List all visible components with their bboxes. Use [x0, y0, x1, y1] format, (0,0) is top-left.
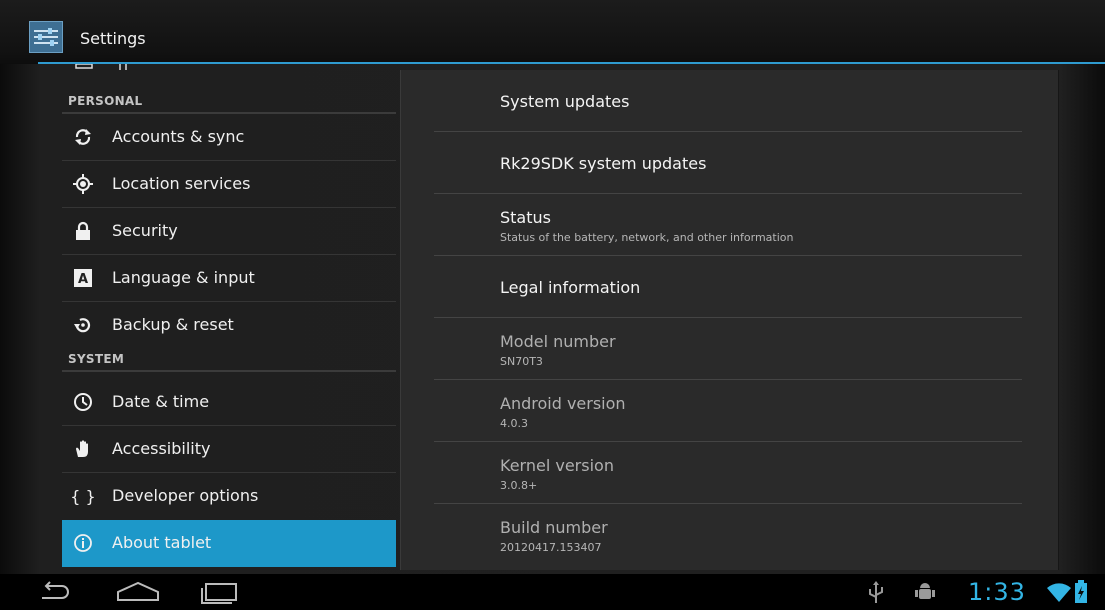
about-tablet-pane: System updates Rk29SDK system updates St… [400, 70, 1059, 570]
sidebar-item-accessibility[interactable]: Accessibility [62, 426, 396, 473]
section-header-personal: PERSONAL [62, 82, 396, 114]
kernel-version-row: Kernel version 3.0.8+ [401, 442, 1058, 504]
sidebar-item-label: Language & input [112, 268, 255, 287]
sidebar-item-label: Backup & reset [112, 315, 234, 334]
sidebar-item-label: Accessibility [112, 439, 211, 458]
row-summary: 3.0.8+ [500, 479, 538, 492]
section-header-label: PERSONAL [68, 94, 143, 108]
usb-icon [869, 581, 883, 603]
sidebar-item-label: About tablet [112, 533, 212, 552]
battery-icon [1075, 580, 1087, 603]
section-header-label: SYSTEM [68, 352, 125, 366]
rk29sdk-updates-row[interactable]: Rk29SDK system updates [401, 132, 1058, 194]
settings-list[interactable]: PERSONAL Accounts & sync Location servic… [62, 64, 396, 574]
row-title: Rk29SDK system updates [500, 154, 707, 173]
language-icon: A [72, 267, 94, 289]
build-number-row: Build number 20120417.153407 [401, 504, 1058, 566]
row-summary: Status of the battery, network, and othe… [500, 231, 794, 244]
row-title: System updates [500, 92, 630, 111]
model-number-row: Model number SN70T3 [401, 318, 1058, 380]
wifi-icon [1047, 583, 1071, 602]
sidebar-item-label: Date & time [112, 392, 210, 411]
section-header-system: SYSTEM [62, 340, 396, 372]
braces-icon: { } [70, 486, 96, 506]
recent-apps-icon[interactable] [198, 580, 242, 604]
back-icon[interactable] [36, 580, 72, 604]
backup-icon [72, 314, 94, 336]
system-updates-row[interactable]: System updates [401, 70, 1058, 132]
section-divider [62, 370, 396, 372]
row-title: Legal information [500, 278, 641, 297]
sidebar-item-language-input[interactable]: A Language & input [62, 255, 396, 302]
svg-text:A: A [78, 272, 88, 287]
row-summary: 20120417.153407 [500, 541, 602, 554]
info-icon [72, 532, 94, 554]
row-title: Android version [500, 394, 626, 413]
content-area: PERSONAL Accounts & sync Location servic… [0, 64, 1105, 574]
sidebar-item-developer-options[interactable]: { } Developer options [62, 473, 396, 520]
action-bar-title: Settings [80, 29, 146, 48]
sidebar-item-accounts-sync[interactable]: Accounts & sync [62, 114, 396, 161]
sidebar-item-location-services[interactable]: Location services [62, 161, 396, 208]
android-version-row[interactable]: Android version 4.0.3 [401, 380, 1058, 442]
lock-icon [72, 220, 94, 242]
location-icon [72, 173, 94, 195]
settings-app-icon[interactable] [29, 21, 63, 53]
sidebar-item-security[interactable]: Security [62, 208, 396, 255]
legal-information-row[interactable]: Legal information [401, 256, 1058, 318]
row-title: Status [500, 208, 551, 227]
sidebar-item-label: Developer options [112, 486, 259, 505]
sidebar-item-label: Security [112, 221, 178, 240]
row-title: Build number [500, 518, 608, 537]
row-summary: 4.0.3 [500, 417, 528, 430]
system-bar: 1:33 [0, 574, 1105, 610]
usb-debugging-icon [915, 583, 935, 599]
action-bar: Settings [0, 0, 1105, 64]
row-summary: SN70T3 [500, 355, 543, 368]
status-row[interactable]: Status Status of the battery, network, a… [401, 194, 1058, 256]
home-icon[interactable] [116, 580, 160, 604]
status-clock: 1:33 [968, 578, 1026, 606]
sync-icon [72, 126, 94, 148]
sidebar-item-label: Location services [112, 174, 251, 193]
sidebar-item-label: Accounts & sync [112, 127, 245, 146]
row-title: Model number [500, 332, 616, 351]
row-title: Kernel version [500, 456, 614, 475]
clock-icon [72, 391, 94, 413]
scrolled-item-icon [75, 64, 127, 70]
sidebar-item-date-time[interactable]: Date & time [62, 379, 396, 426]
sidebar-item-about-tablet[interactable]: About tablet [62, 520, 396, 567]
hand-icon [72, 438, 94, 460]
